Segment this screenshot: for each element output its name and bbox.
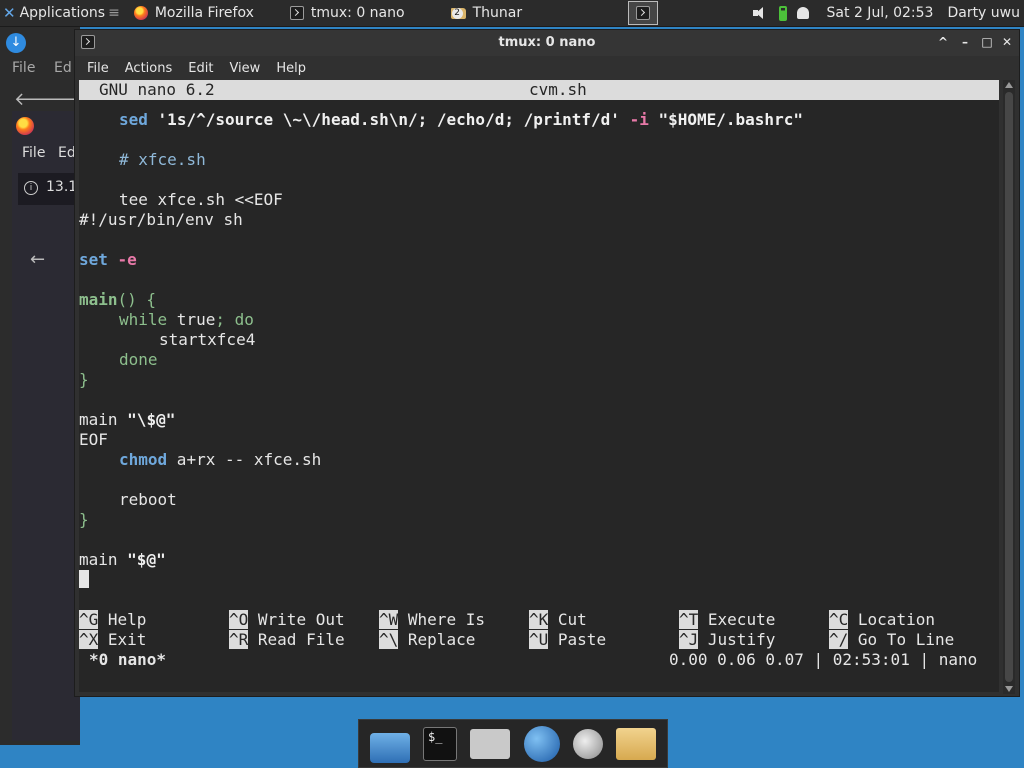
bottom-dock: $_	[358, 719, 668, 768]
shortcut-where-is[interactable]: ^W Where Is	[379, 610, 485, 630]
code-line: reboot	[119, 490, 177, 509]
system-tray: Sat 2 Jul, 02:53 Darty uwu	[752, 0, 1024, 26]
close-button[interactable]: ✕	[999, 34, 1015, 50]
task-thunar[interactable]: 2 Thunar	[443, 0, 531, 26]
ff-url-text: 13.1	[46, 179, 78, 195]
task-terminal-active[interactable]	[628, 1, 659, 25]
menu-file[interactable]: File	[75, 61, 117, 76]
task-tmux[interactable]: tmux: 0 nano	[282, 0, 413, 26]
terminal-icon	[636, 6, 651, 20]
firefox-icon	[16, 117, 34, 135]
home-folder-icon[interactable]	[470, 728, 511, 759]
shortcut-replace[interactable]: ^\ Replace	[379, 630, 475, 650]
shortcut-write-out[interactable]: ^O Write Out	[229, 610, 345, 630]
code-line: tee xfce.sh <<EOF	[119, 190, 283, 209]
shortcut-go-to-line[interactable]: ^/ Go To Line	[829, 630, 954, 650]
terminal-scrollbar[interactable]	[1003, 80, 1015, 694]
code-line: chmod a+rx -- xfce.sh	[119, 450, 322, 469]
tmux-session-label: *0 nano*	[89, 650, 167, 669]
applications-menu[interactable]: ✕ Applications ≡	[0, 0, 126, 26]
shortcut-paste[interactable]: ^U Paste	[529, 630, 606, 650]
window-title: tmux: 0 nano	[498, 35, 596, 50]
web-browser-icon[interactable]	[523, 725, 560, 762]
menu-help[interactable]: Help	[268, 61, 314, 76]
app-finder-icon[interactable]	[572, 728, 603, 759]
code-line: main "\$@"	[79, 410, 176, 429]
ff-file-menu[interactable]: File	[22, 145, 45, 161]
nano-version: GNU nano 6.2	[99, 80, 215, 99]
task-label: Mozilla Firefox	[154, 5, 254, 21]
clock[interactable]: Sat 2 Jul, 02:53	[827, 5, 934, 21]
bg-file-menu[interactable]: File	[12, 60, 35, 76]
code-line: EOF	[79, 430, 108, 449]
ff-url-bar[interactable]: i 13.1	[18, 173, 80, 205]
shortcut-help[interactable]: ^G Help	[79, 610, 146, 630]
top-panel: ✕ Applications ≡ Mozilla Firefox tmux: 0…	[0, 0, 1024, 27]
tmux-status-right: 0.00 0.06 0.07 | 02:53:01 | nano	[669, 650, 978, 669]
code-line: }	[79, 510, 89, 529]
shade-button[interactable]: ^	[935, 34, 951, 50]
code-line: set -e	[79, 250, 137, 269]
code-line: sed '1s/^/source \~\/head.sh\n/; /echo/d…	[119, 110, 803, 129]
task-label: tmux: 0 nano	[310, 5, 405, 21]
nano-title-bar: GNU nano 6.2 cvm.sh	[79, 80, 999, 100]
shortcut-location[interactable]: ^C Location	[829, 610, 935, 630]
firefox-icon	[133, 6, 148, 20]
ff-back-arrow-icon[interactable]: ←	[30, 249, 45, 270]
nano-filename: cvm.sh	[529, 80, 587, 99]
file-manager-icon[interactable]	[616, 727, 657, 760]
maximize-button[interactable]: □	[979, 34, 995, 50]
shortcut-execute[interactable]: ^T Execute	[679, 610, 775, 630]
code-line: #!/usr/bin/env sh	[79, 210, 243, 229]
terminal-launcher-icon[interactable]: $_	[422, 726, 457, 761]
battery-icon[interactable]	[778, 5, 787, 21]
code-line: main() {	[79, 290, 157, 309]
scroll-up-icon[interactable]	[1005, 82, 1013, 88]
code-line: done	[119, 350, 158, 369]
shortcut-cut[interactable]: ^K Cut	[529, 610, 587, 630]
terminal-viewport[interactable]: GNU nano 6.2 cvm.sh sed '1s/^/source \~\…	[79, 80, 999, 692]
scrollbar-thumb[interactable]	[1005, 92, 1013, 682]
show-desktop-icon[interactable]	[369, 732, 410, 763]
shortcut-justify[interactable]: ^J Justify	[679, 630, 775, 650]
shortcut-exit[interactable]: ^X Exit	[79, 630, 146, 650]
download-icon[interactable]: ↓	[6, 33, 26, 53]
background-window: ↓ File Ed 🡐 🡒 File Ed i 13.1 ←	[0, 27, 92, 745]
code-line: while true; do	[119, 310, 254, 329]
menu-separator-icon: ≡	[108, 5, 120, 21]
terminal-icon	[289, 6, 304, 20]
scroll-down-icon[interactable]	[1005, 686, 1013, 692]
menu-actions[interactable]: Actions	[117, 61, 181, 76]
window-menubar: File Actions Edit View Help	[75, 56, 1019, 80]
volume-icon[interactable]	[752, 6, 769, 20]
user-name[interactable]: Darty uwu	[947, 5, 1020, 21]
code-line: }	[79, 370, 89, 389]
notification-bell-icon[interactable]	[796, 7, 809, 19]
code-line: main "$@"	[79, 550, 166, 569]
shortcut-read-file[interactable]: ^R Read File	[229, 630, 345, 650]
xfce-logo-icon: ✕	[3, 4, 16, 22]
minimize-button[interactable]: –	[957, 34, 973, 50]
info-icon: i	[24, 181, 38, 195]
applications-label: Applications	[19, 5, 106, 21]
task-firefox[interactable]: Mozilla Firefox	[126, 0, 262, 26]
task-label: Thunar	[472, 5, 523, 21]
window-titlebar[interactable]: tmux: 0 nano ^ – □ ✕	[75, 30, 1019, 56]
window-count-badge: 2	[451, 8, 463, 19]
bg-firefox-window: File Ed i 13.1 ←	[12, 111, 80, 741]
code-line: startxfce4	[159, 330, 256, 349]
bg-edit-menu[interactable]: Ed	[54, 60, 72, 76]
menu-view[interactable]: View	[221, 61, 268, 76]
code-line: # xfce.sh	[119, 150, 206, 169]
text-cursor	[79, 570, 89, 588]
menu-edit[interactable]: Edit	[180, 61, 221, 76]
terminal-window: tmux: 0 nano ^ – □ ✕ File Actions Edit V…	[74, 29, 1020, 697]
